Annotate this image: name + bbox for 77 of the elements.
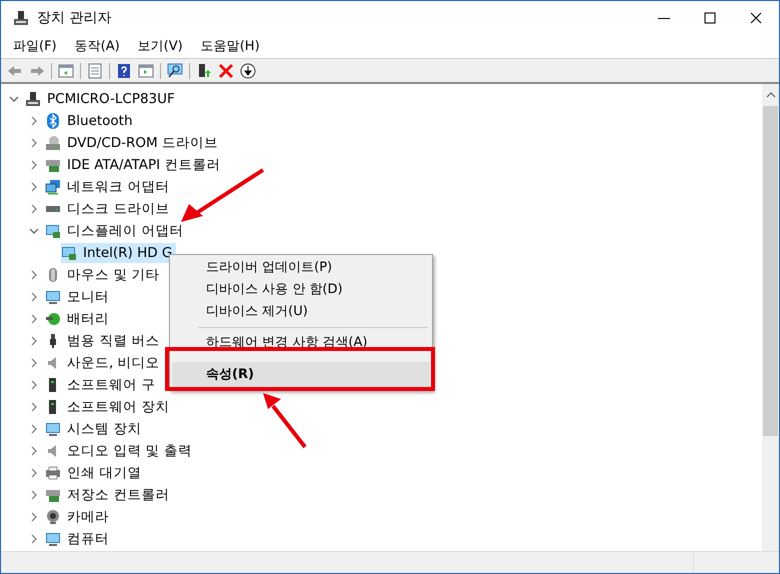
arrow — [261, 392, 309, 450]
expand-chevron-icon[interactable] — [29, 534, 39, 544]
maximize-icon — [704, 12, 716, 24]
expand-chevron-icon[interactable] — [29, 336, 39, 346]
expand-chevron-icon[interactable] — [29, 116, 39, 126]
tree-item-label[interactable]: 사운드, 비디오 — [67, 352, 160, 374]
tree-item-label[interactable]: PCMICRO-LCP83UF — [47, 88, 175, 110]
camera-icon — [45, 509, 61, 525]
device-manager-icon — [13, 10, 29, 26]
expand-chevron-icon[interactable] — [29, 292, 39, 302]
expand-chevron-icon[interactable] — [29, 270, 39, 280]
controller-icon — [45, 157, 61, 173]
download-icon[interactable] — [240, 62, 256, 78]
tree-item-label[interactable]: 시스템 장치 — [67, 418, 142, 440]
tree-item-label[interactable]: DVD/CD-ROM 드라이브 — [67, 132, 218, 154]
collapse-chevron-icon[interactable] — [9, 94, 19, 104]
drive-icon — [45, 206, 61, 212]
menu-item[interactable]: 동작(A) — [68, 36, 126, 56]
context-menu-item[interactable]: 디바이스 사용 안 함(D) — [172, 279, 430, 301]
expand-chevron-icon[interactable] — [29, 512, 39, 522]
help-icon[interactable] — [116, 62, 132, 78]
expand-chevron-icon[interactable] — [29, 160, 39, 170]
expand-chevron-icon[interactable] — [29, 446, 39, 456]
tree-item-label[interactable]: 인쇄 대기열 — [67, 462, 142, 484]
menu-item[interactable]: 도움말(H) — [194, 36, 266, 56]
scan-monitor-icon[interactable] — [167, 62, 183, 78]
expand-chevron-icon[interactable] — [29, 314, 39, 324]
scroll-up-icon[interactable] — [766, 92, 776, 98]
display-adapter-icon — [45, 223, 61, 239]
tree-item-label[interactable]: 마우스 및 기타 — [67, 264, 160, 286]
battery-icon — [45, 311, 61, 327]
window-pane-icon[interactable] — [58, 62, 74, 78]
collapse-chevron-icon[interactable] — [29, 226, 39, 236]
delete-icon[interactable] — [218, 62, 234, 78]
bluetooth-icon — [45, 113, 61, 129]
context-menu-item[interactable]: 속성(R) — [172, 362, 430, 388]
add-device-icon[interactable] — [196, 62, 212, 78]
display-adapter-icon — [61, 245, 77, 261]
tree-item-label[interactable]: Bluetooth — [67, 110, 133, 132]
monitor-icon — [45, 531, 61, 547]
tree-item-label[interactable]: 소프트웨어 장치 — [67, 396, 170, 418]
monitor-icon — [45, 421, 61, 437]
expand-chevron-icon[interactable] — [29, 468, 39, 478]
tree-item-label[interactable]: 네트워크 어댑터 — [67, 176, 170, 198]
tree-item-label[interactable]: 카메라 — [67, 506, 109, 528]
disc-drive-icon — [45, 135, 61, 151]
expand-chevron-icon[interactable] — [29, 380, 39, 390]
tree-item-label[interactable]: 디스크 드라이브 — [67, 198, 170, 220]
tree-item-label[interactable]: 오디오 입력 및 출력 — [67, 440, 192, 462]
tree-item-label[interactable]: 저장소 컨트롤러 — [67, 484, 170, 506]
tree-item-label[interactable]: 소프트웨어 구 — [67, 374, 156, 396]
tree-item-label[interactable]: 모니터 — [67, 286, 109, 308]
window-title: 장치 관리자 — [37, 8, 112, 28]
scrollbar[interactable] — [762, 84, 779, 551]
expand-chevron-icon[interactable] — [29, 424, 39, 434]
menu-item[interactable]: 파일(F) — [7, 36, 63, 56]
tree-item-label[interactable]: 컴퓨터 — [67, 528, 109, 550]
monitor-icon — [45, 289, 61, 305]
tree-item-label[interactable]: 배터리 — [67, 308, 109, 330]
computer-icon — [25, 91, 41, 107]
context-menu-item[interactable]: 디바이스 제거(U) — [172, 301, 430, 323]
printer-icon — [45, 465, 61, 481]
tree-item-label[interactable]: 디스플레이 어댑터 — [67, 220, 184, 242]
window-pane-icon[interactable] — [138, 62, 154, 78]
controller-icon — [45, 487, 61, 503]
expand-chevron-icon[interactable] — [29, 182, 39, 192]
tree-item-label[interactable]: 범용 직렬 버스 — [67, 330, 160, 352]
expand-chevron-icon[interactable] — [29, 358, 39, 368]
expand-chevron-icon[interactable] — [29, 490, 39, 500]
tree-item-label[interactable]: IDE ATA/ATAPI 컨트롤러 — [67, 154, 220, 176]
network-icon — [45, 179, 61, 195]
expand-chevron-icon[interactable] — [29, 138, 39, 148]
menu-item[interactable]: 보기(V) — [132, 36, 189, 56]
expand-chevron-icon[interactable] — [29, 204, 39, 214]
close-icon — [750, 12, 762, 24]
list-icon[interactable] — [87, 62, 103, 78]
expand-chevron-icon[interactable] — [29, 402, 39, 412]
